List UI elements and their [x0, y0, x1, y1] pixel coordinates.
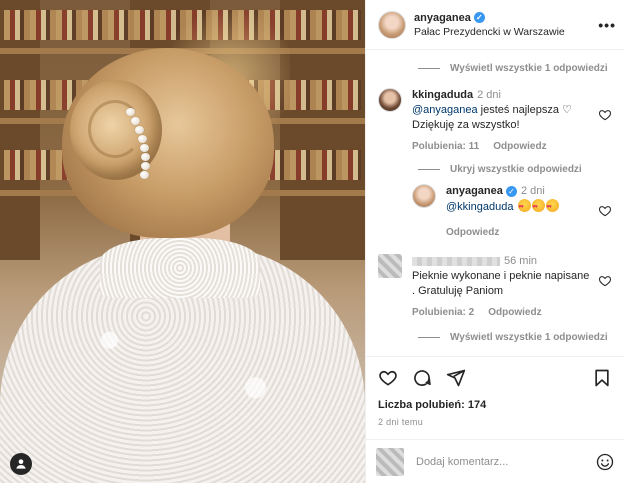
- current-user-avatar: [376, 447, 404, 476]
- reply-avatar[interactable]: [412, 184, 436, 208]
- likes-count[interactable]: Liczba polubień: 174: [378, 399, 612, 411]
- commenter-avatar[interactable]: [378, 88, 402, 112]
- heart-icon[interactable]: [598, 204, 612, 218]
- comment-likes[interactable]: Polubienia: 11: [412, 139, 479, 154]
- reply-button[interactable]: Odpowiedz: [488, 305, 541, 320]
- reply-button[interactable]: Odpowiedz: [446, 225, 499, 240]
- comment-icon[interactable]: [412, 368, 432, 388]
- reply-username[interactable]: anyaganea: [446, 185, 503, 197]
- author-username[interactable]: anyaganea: [414, 12, 471, 24]
- user-tag-icon[interactable]: [10, 453, 32, 475]
- author-avatar[interactable]: [378, 10, 406, 39]
- comment-time: 2 dni: [477, 89, 501, 101]
- post-location[interactable]: Pałac Prezydencki w Warszawie: [414, 26, 598, 38]
- mention-link[interactable]: @kkingaduda: [446, 201, 513, 213]
- verified-badge-icon: ✓: [505, 186, 517, 197]
- lace-collar: [100, 238, 260, 298]
- bookmark-icon[interactable]: [592, 368, 612, 388]
- post-actions: Liczba polubień: 174 2 dni temu: [366, 356, 624, 427]
- view-replies-toggle-bottom[interactable]: Wyświetl wszystkie 1 odpowiedzi: [378, 320, 612, 354]
- add-comment-bar: [366, 439, 624, 483]
- reply-time: 2 dni: [520, 185, 545, 197]
- comment-text: Dziękuję za wszystko!: [412, 119, 520, 131]
- commenter-username[interactable]: kkingaduda: [412, 89, 473, 101]
- comment-item: kkingaduda 2 dni @anyaganea jesteś najlep…: [378, 88, 612, 154]
- comment-time: 56 min: [504, 255, 538, 267]
- comment-text: . Gratuluję Paniom: [412, 285, 504, 297]
- more-icon[interactable]: •••: [598, 17, 616, 33]
- post-header: anyaganea ✓ Pałac Prezydencki w Warszawi…: [366, 0, 624, 50]
- post-sidebar: anyaganea ✓ Pałac Prezydencki w Warszawi…: [365, 0, 624, 483]
- comment-input[interactable]: [416, 455, 596, 468]
- post-date: 2 dni temu: [378, 417, 424, 427]
- comment-likes[interactable]: Polubienia: 2: [412, 305, 474, 320]
- smiley-icon[interactable]: [596, 453, 614, 471]
- share-icon[interactable]: [446, 368, 466, 388]
- heart-eyes-emoji-icon: [517, 199, 559, 215]
- heart-icon[interactable]: [598, 108, 612, 122]
- view-replies-toggle-top[interactable]: Wyświetl wszystkie 1 odpowiedzi: [378, 50, 612, 86]
- comment-item: 56 min Pieknie wykonane i peknie napisan…: [378, 254, 612, 320]
- mention-link[interactable]: @anyaganea: [412, 104, 478, 116]
- comments-list[interactable]: Wyświetl wszystkie 1 odpowiedzi kkingadu…: [366, 50, 624, 356]
- reply-item: anyaganea ✓2 dni @kkingaduda Odpowiedz: [412, 184, 612, 240]
- reply-button[interactable]: Odpowiedz: [493, 139, 546, 154]
- hide-replies-toggle[interactable]: Ukryj wszystkie odpowiedzi: [378, 154, 612, 184]
- comment-text: jesteś najlepsza ♡: [477, 104, 572, 116]
- heart-icon[interactable]: [598, 274, 612, 288]
- blurred-username: [412, 256, 500, 266]
- blurred-avatar: [378, 254, 402, 278]
- heart-icon[interactable]: [378, 368, 398, 388]
- comment-text: Pieknie wykonane i peknie napisane: [412, 270, 590, 282]
- post-modal: anyaganea ✓ Pałac Prezydencki w Warszawi…: [0, 0, 624, 483]
- post-photo[interactable]: [0, 0, 365, 483]
- verified-badge-icon: ✓: [473, 12, 485, 23]
